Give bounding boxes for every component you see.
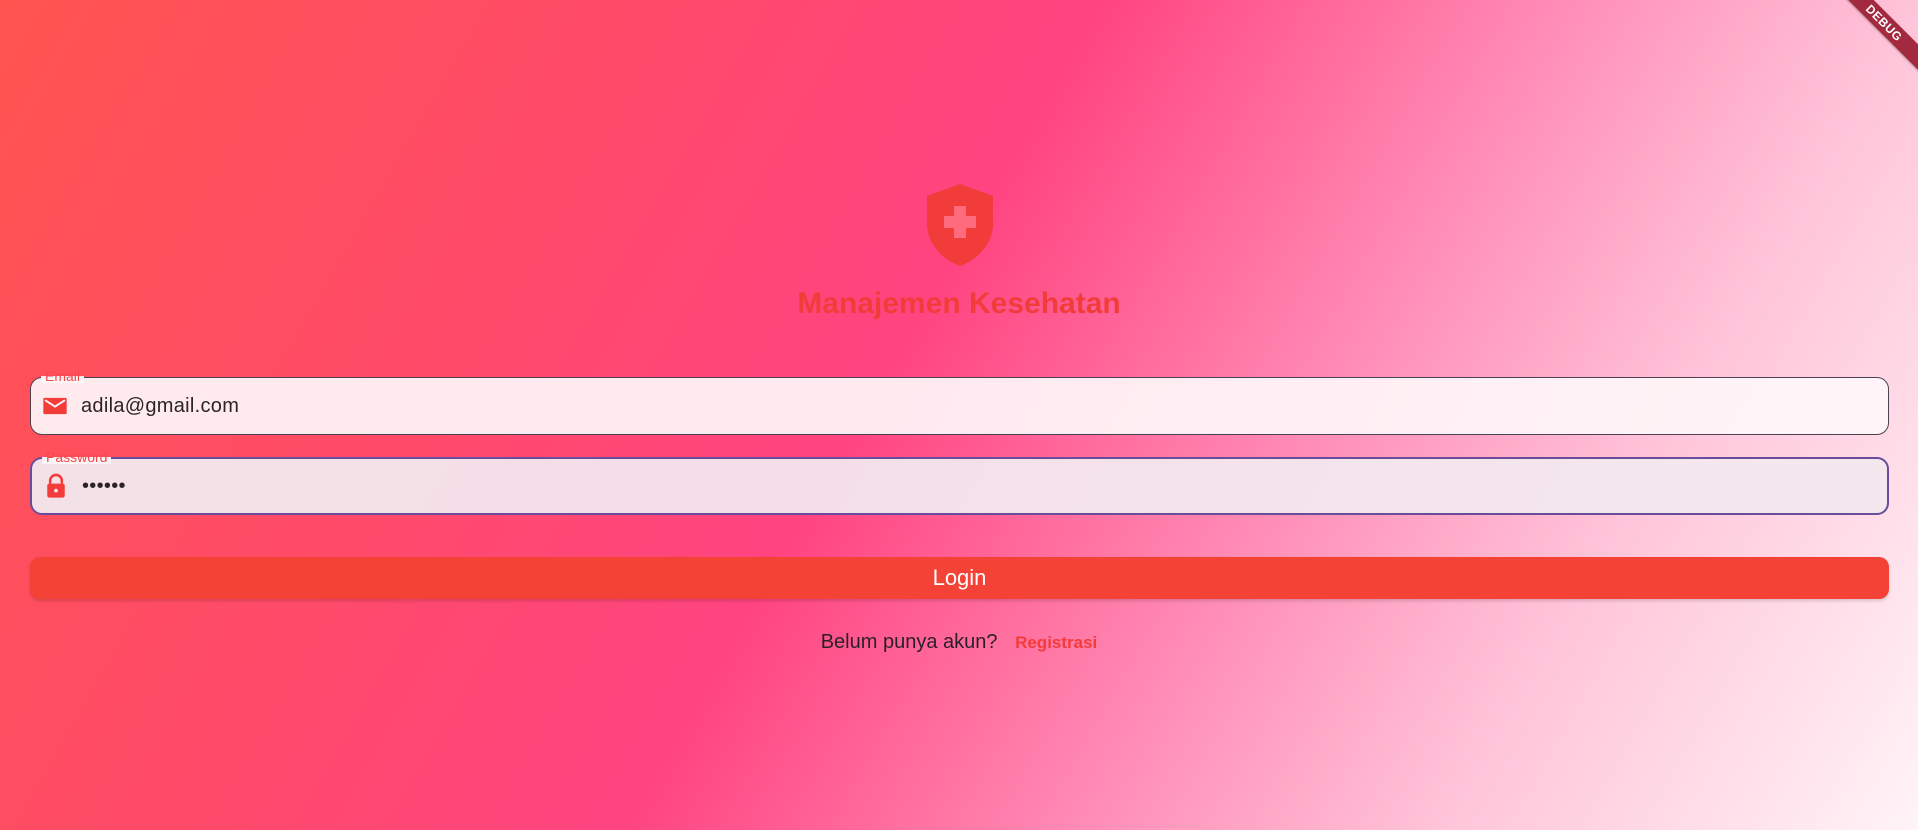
email-field-label: Email	[41, 369, 85, 383]
email-icon	[43, 397, 67, 415]
debug-banner-label: DEBUG	[1828, 0, 1918, 79]
app-title: Manajemen Kesehatan	[797, 287, 1121, 320]
login-screen: DEBUG Manajemen Kesehatan Email adila@gm…	[0, 0, 1918, 830]
password-input[interactable]: ••••••	[82, 459, 126, 513]
register-prompt: Belum punya akun?	[820, 631, 998, 653]
email-input[interactable]: adila@gmail.com	[81, 378, 239, 434]
password-field[interactable]: Password ••••••	[30, 450, 1889, 515]
email-field[interactable]: Email adila@gmail.com	[30, 369, 1889, 435]
debug-banner: DEBUG	[1808, 0, 1918, 110]
login-button[interactable]: Login	[30, 557, 1889, 599]
lock-icon	[47, 473, 65, 498]
shield-medical-icon	[927, 184, 993, 266]
register-link[interactable]: Registrasi	[1015, 633, 1097, 652]
register-row: Belum punya akun? Registrasi	[0, 631, 1918, 654]
